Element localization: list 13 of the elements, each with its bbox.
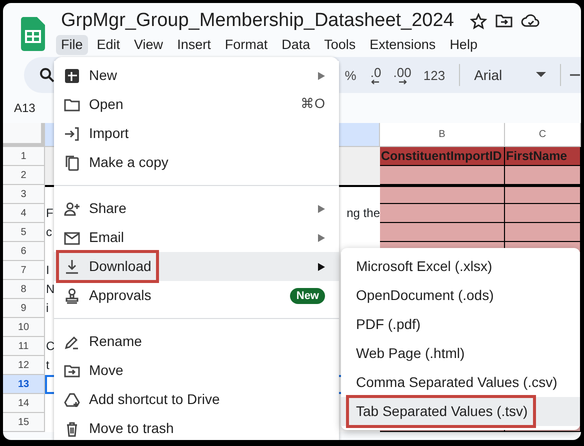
table-cell: FirstName — [505, 147, 581, 166]
document-title: GrpMgr_Group_Membership_Datasheet_2024 — [61, 9, 454, 33]
cell-text: F — [46, 205, 54, 222]
cell-text: ng the — [346, 205, 380, 222]
cell-text: N — [46, 281, 55, 298]
cell-text: t — [46, 357, 50, 374]
cell-text: i — [46, 300, 49, 317]
table-cell: ConstituentImportID — [380, 147, 505, 166]
cell-text: I — [46, 262, 50, 279]
cell-text: c — [46, 224, 52, 241]
new-badge: New — [290, 288, 325, 304]
shortcut-text: ⌘O — [300, 95, 325, 114]
cell-text: C — [46, 338, 55, 355]
